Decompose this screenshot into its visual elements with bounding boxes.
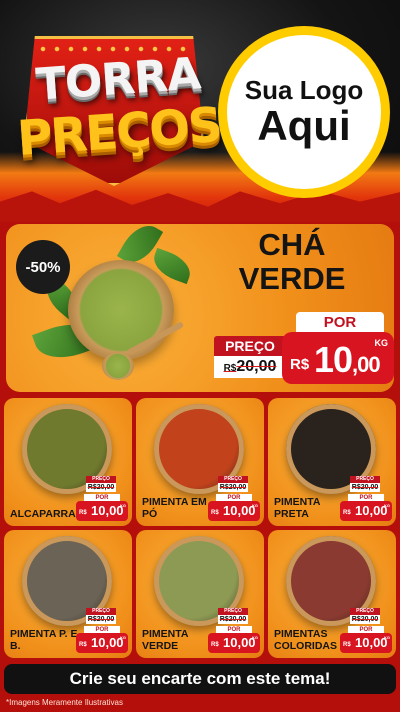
- logo-text-line-2: Aqui: [257, 102, 351, 150]
- price-value: 10,00: [91, 635, 124, 650]
- price-tag: PREÇO R$20,00 POR R$ 10,00 KG: [76, 608, 128, 654]
- old-price-value: R$20,00: [86, 615, 116, 624]
- price-value: 10,00: [355, 635, 388, 650]
- product-card[interactable]: PIMENTA EM PÓ PREÇO R$20,00 POR R$ 10,00…: [136, 398, 264, 526]
- logo-text-line-1: Sua Logo: [244, 74, 364, 105]
- product-name: ALCAPARRAS: [10, 508, 83, 520]
- price-value: 10,00: [355, 503, 388, 518]
- product-name: PIMENTA EM PÓ: [142, 496, 207, 520]
- price-value: 10,00: [223, 503, 256, 518]
- disclaimer: *Imagens Meramente Ilustrativas: [6, 698, 123, 707]
- old-price-label: PREÇO: [86, 608, 116, 615]
- price-tag: PREÇO R$20,00 POR R$ 10,00 KG: [76, 476, 128, 522]
- old-price-value: R$20,00: [86, 483, 116, 492]
- old-price-label: PREÇO: [218, 476, 248, 483]
- price-unit: KG: [252, 503, 258, 508]
- product-name: PIMENTA VERDE: [142, 628, 189, 652]
- product-card[interactable]: PIMENTAS COLORIDAS PREÇO R$20,00 POR R$ …: [268, 530, 396, 658]
- price-unit: KG: [384, 635, 390, 640]
- price-currency: R$: [211, 642, 219, 648]
- product-name: PIMENTA PRETA: [274, 496, 321, 520]
- price-box: R$ 10,00 KG: [76, 633, 128, 653]
- price-currency: R$: [290, 356, 310, 373]
- old-price-label: PREÇO: [86, 476, 116, 483]
- price-unit: KG: [384, 503, 390, 508]
- old-price-value: R$20,00: [350, 615, 380, 624]
- price-tag: PREÇO R$20,00 POR R$ 10,00 KG: [340, 608, 392, 654]
- product-card[interactable]: PIMENTA PRETA PREÇO R$20,00 POR R$ 10,00…: [268, 398, 396, 526]
- header-banner: TORRA PREÇOS Sua Logo Aqui: [0, 0, 400, 222]
- product-card[interactable]: ALCAPARRAS PREÇO R$20,00 POR R$ 10,00 KG: [4, 398, 132, 526]
- price-tag: PREÇO R$20,00 POR R$ 10,00 KG: [208, 608, 260, 654]
- price-box: R$ 10,00 KG: [208, 501, 260, 521]
- old-price-value: R$20,00: [218, 483, 248, 492]
- product-name: PIMENTAS COLORIDAS: [274, 628, 337, 652]
- price-tag: R$ 10,00 KG: [282, 332, 394, 384]
- old-price-label: PREÇO: [218, 608, 248, 615]
- featured-product-card[interactable]: -50% CHÁ VERDE PREÇO R$20,00 POR R$ 10,0…: [6, 224, 394, 392]
- por-label: POR: [296, 312, 384, 334]
- price-box: R$ 10,00 KG: [76, 501, 128, 521]
- price-unit: KG: [374, 338, 389, 348]
- price-box: R$ 10,00 KG: [340, 633, 392, 653]
- product-name: PIMENTA P. E B.: [10, 628, 78, 652]
- price-currency: R$: [79, 642, 87, 648]
- price-unit: KG: [120, 503, 126, 508]
- price-box: R$ 10,00 KG: [340, 501, 392, 521]
- logo-placeholder[interactable]: Sua Logo Aqui: [218, 26, 390, 198]
- price-currency: R$: [211, 510, 219, 516]
- price-currency: R$: [343, 510, 351, 516]
- price-value: 10,00: [314, 339, 381, 380]
- old-price-value: R$20,00: [218, 615, 248, 624]
- price-tag: PREÇO R$20,00 POR R$ 10,00 KG: [340, 476, 392, 522]
- old-price-label: PREÇO: [214, 336, 286, 356]
- old-price-value: R$20,00: [350, 483, 380, 492]
- price-value: 10,00: [223, 635, 256, 650]
- price-unit: KG: [252, 635, 258, 640]
- old-price-value: R$20,00: [214, 356, 286, 378]
- cta-banner[interactable]: Crie seu encarte com este tema!: [4, 664, 396, 694]
- old-price-label: PREÇO: [350, 476, 380, 483]
- title-badge: TORRA PREÇOS: [16, 18, 222, 198]
- price-currency: R$: [79, 510, 87, 516]
- spoon-image: [102, 352, 134, 380]
- product-card[interactable]: PIMENTA VERDE PREÇO R$20,00 POR R$ 10,00…: [136, 530, 264, 658]
- old-price-label: PREÇO: [350, 608, 380, 615]
- discount-badge: -50%: [16, 240, 70, 294]
- price-tag: PREÇO R$20,00 POR R$ 10,00 KG: [208, 476, 260, 522]
- price-box: R$ 10,00 KG: [208, 633, 260, 653]
- product-name: CHÁ VERDE: [238, 227, 346, 296]
- old-price-box: PREÇO R$20,00: [214, 336, 286, 380]
- price-currency: R$: [343, 642, 351, 648]
- product-image: [68, 260, 174, 360]
- price-value: 10,00: [91, 503, 124, 518]
- price-unit: KG: [120, 635, 126, 640]
- product-card[interactable]: PIMENTA P. E B. PREÇO R$20,00 POR R$ 10,…: [4, 530, 132, 658]
- product-grid: ALCAPARRAS PREÇO R$20,00 POR R$ 10,00 KG…: [4, 398, 396, 660]
